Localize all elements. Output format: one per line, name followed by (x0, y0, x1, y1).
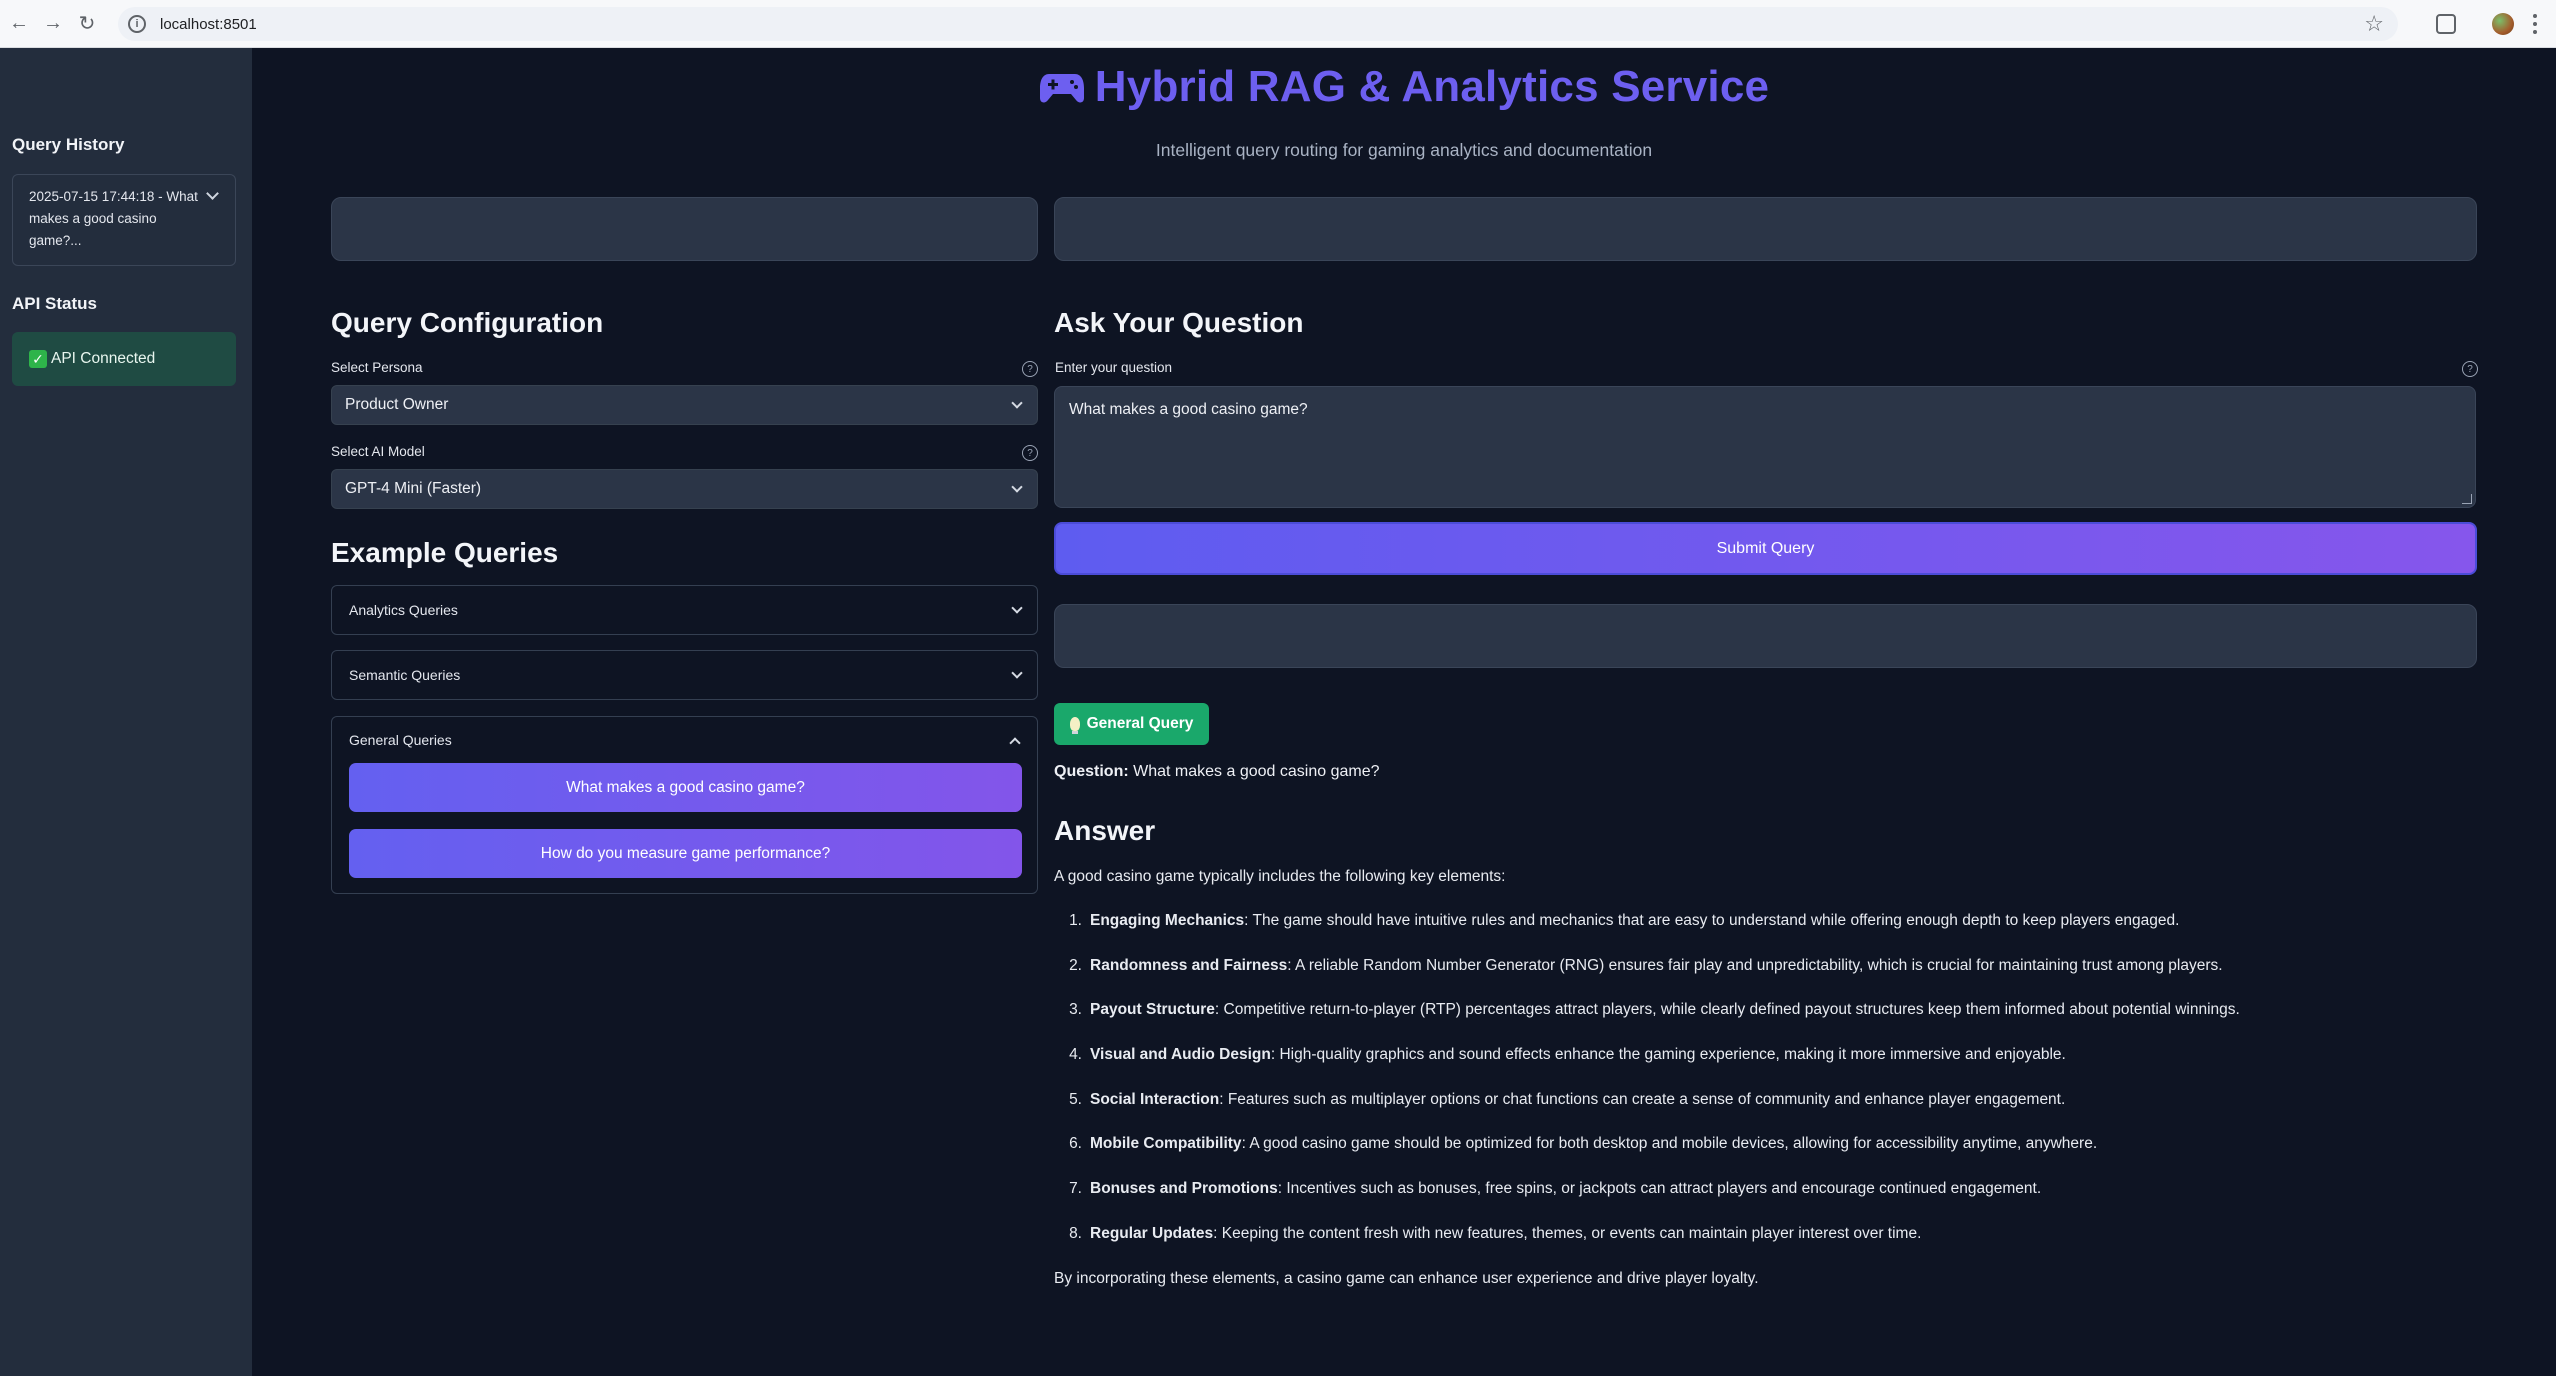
question-input-value: What makes a good casino game? (1069, 401, 1308, 418)
persona-label: Select Persona (331, 360, 423, 375)
page-title: Hybrid RAG & Analytics Service (1094, 62, 1770, 111)
list-number: 2. (1069, 956, 1082, 974)
list-item-text: : The game should have intuitive rules a… (1244, 912, 2180, 929)
persona-value: Product Owner (345, 396, 449, 413)
list-item-text: : A reliable Random Number Generator (RN… (1287, 956, 2223, 974)
semantic-queries-expander[interactable]: Semantic Queries (331, 650, 1038, 700)
forward-icon[interactable]: → (40, 11, 66, 37)
chevron-down-icon (1011, 481, 1023, 493)
list-item-title: Engaging Mechanics (1090, 912, 1245, 929)
history-item-expander[interactable]: 2025-07-15 17:44:18 - What makes a good … (12, 174, 236, 266)
reload-icon[interactable]: ↻ (74, 11, 100, 37)
example-query-button[interactable]: How do you measure game performance? (349, 829, 1022, 878)
help-icon[interactable]: ? (1022, 445, 1038, 461)
ask-question-heading: Ask Your Question (1054, 307, 1304, 338)
menu-icon[interactable] (2532, 14, 2538, 34)
page-subtitle: Intelligent query routing for gaming ana… (1155, 140, 1653, 160)
list-number: 6. (1069, 1135, 1082, 1153)
expander-label: Analytics Queries (349, 602, 458, 618)
back-icon[interactable]: ← (6, 11, 32, 37)
list-number: 4. (1069, 1046, 1082, 1064)
example-queries-heading: Example Queries (331, 537, 559, 568)
list-item-title: Bonuses and Promotions (1090, 1180, 1278, 1198)
lightbulb-icon (1069, 717, 1080, 734)
help-icon[interactable]: ? (2462, 361, 2478, 377)
list-number: 3. (1069, 1001, 1082, 1019)
list-item: 7. Bonuses and Promotions: Incentives suc… (1054, 1180, 2504, 1225)
address-bar[interactable]: i localhost:8501 ☆ (118, 7, 2398, 41)
checkmark-icon: ✓ (29, 350, 47, 368)
question-echo-text: What makes a good casino game? (1133, 763, 1380, 780)
badge-label: General Query (1086, 715, 1194, 732)
list-item-text: : Features such as multiplayer options o… (1219, 1090, 2066, 1108)
list-number: 7. (1069, 1180, 1082, 1198)
expander-label: Semantic Queries (349, 667, 461, 683)
bookmark-star-icon[interactable]: ☆ (2364, 11, 2384, 37)
list-item: 1. Engaging Mechanics: The game should ha… (1054, 912, 2504, 957)
browser-toolbar: ← → ↻ i localhost:8501 ☆ (0, 0, 2556, 48)
list-item: 4. Visual and Audio Design: High-quality … (1054, 1046, 2504, 1091)
list-item-title: Mobile Compatibility (1090, 1135, 1242, 1153)
analytics-queries-expander[interactable]: Analytics Queries (331, 585, 1038, 635)
example-query-button[interactable]: What makes a good casino game? (349, 763, 1022, 812)
extensions-icon[interactable] (2436, 14, 2456, 34)
list-item: 5. Social Interaction: Features such as m… (1054, 1091, 2504, 1136)
model-select[interactable]: GPT-4 Mini (Faster) (331, 469, 1038, 509)
chevron-up-icon[interactable] (1009, 737, 1021, 749)
list-item: 6. Mobile Compatibility: A good casino ga… (1054, 1135, 2504, 1180)
submit-query-button[interactable]: Submit Query (1054, 522, 2477, 575)
answer-heading: Answer (1054, 815, 1156, 846)
list-item-title: Randomness and Fairness (1090, 956, 1288, 974)
blank-card-left (331, 197, 1038, 261)
answer-list: 1. Engaging Mechanics: The game should ha… (1054, 912, 2504, 1270)
blank-card-right (1054, 197, 2477, 261)
question-input-label: Enter your question (1055, 360, 1173, 375)
page-header: Hybrid RAG & Analytics Service (252, 62, 2556, 112)
list-item-text: : Competitive return-to-player (RTP) per… (1214, 1001, 2240, 1019)
api-status-text: API Connected (51, 350, 156, 367)
answer-outro: By incorporating these elements, a casin… (1054, 1270, 1759, 1287)
sidebar: Query History 2025-07-15 17:44:18 - What… (0, 48, 252, 1376)
question-prefix: Question: (1054, 763, 1129, 780)
list-item: 8. Regular Updates: Keeping the content f… (1054, 1225, 2504, 1270)
list-item-text: : A good casino game should be optimized… (1241, 1135, 2098, 1153)
query-type-badge: General Query (1054, 703, 1209, 745)
chevron-down-icon (1011, 397, 1023, 409)
query-config-heading: Query Configuration (331, 307, 604, 338)
question-echo: Question: What makes a good casino game? (1054, 763, 1379, 781)
gamepad-icon (1039, 74, 1084, 103)
list-item-title: Payout Structure (1090, 1001, 1215, 1019)
resize-handle[interactable] (2462, 494, 2472, 504)
list-item-text: : Keeping the content fresh with new fea… (1213, 1224, 1922, 1242)
chevron-down-icon (206, 187, 219, 200)
question-textarea[interactable]: What makes a good casino game? (1054, 386, 2476, 508)
list-item: 3. Payout Structure: Competitive return-t… (1054, 1001, 2504, 1046)
list-item-title: Regular Updates (1090, 1224, 1214, 1242)
url-text: localhost:8501 (160, 15, 257, 33)
blank-card-status (1054, 604, 2477, 668)
list-number: 5. (1069, 1090, 1082, 1108)
site-info-icon[interactable]: i (128, 15, 146, 33)
persona-select[interactable]: Product Owner (331, 385, 1038, 425)
chevron-down-icon (1011, 667, 1023, 679)
chevron-down-icon (1011, 602, 1023, 614)
list-number: 8. (1069, 1224, 1082, 1242)
history-item-text: 2025-07-15 17:44:18 - What makes a good … (29, 189, 198, 248)
expander-label[interactable]: General Queries (349, 732, 452, 748)
query-history-heading: Query History (12, 135, 125, 154)
api-status-heading: API Status (12, 294, 98, 313)
model-label: Select AI Model (331, 444, 425, 459)
model-value: GPT-4 Mini (Faster) (345, 480, 482, 497)
list-number: 1. (1069, 912, 1082, 929)
general-queries-expander: General Queries What makes a good casino… (331, 716, 1038, 894)
list-item-title: Visual and Audio Design (1090, 1046, 1271, 1064)
list-item-text: : High-quality graphics and sound effect… (1270, 1046, 2066, 1064)
answer-intro: A good casino game typically includes th… (1054, 868, 1506, 885)
list-item-title: Social Interaction (1090, 1090, 1220, 1108)
help-icon[interactable]: ? (1022, 361, 1038, 377)
list-item: 2. Randomness and Fairness: A reliable Ra… (1054, 957, 2504, 1002)
api-status-badge: ✓ API Connected (12, 332, 236, 386)
list-item-text: : Incentives such as bonuses, free spins… (1277, 1180, 2042, 1198)
profile-avatar[interactable] (2492, 13, 2514, 35)
